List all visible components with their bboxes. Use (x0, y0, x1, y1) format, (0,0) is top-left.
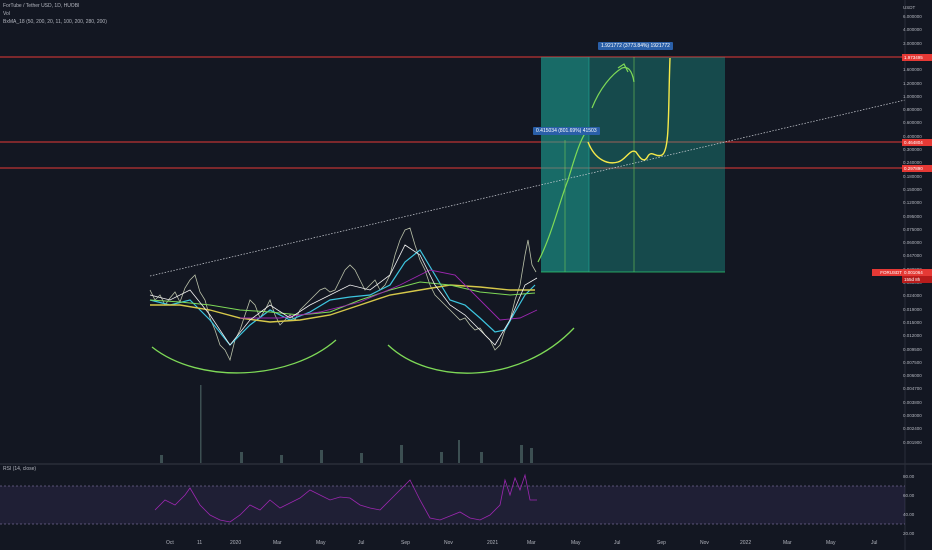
time-tick: Sep (401, 540, 410, 546)
current-price-label: 0.001064 (902, 269, 932, 276)
price-tick: 0.095000 (903, 213, 922, 219)
current-time-label: 155d 8h (902, 276, 932, 283)
drawn-arc-right (387, 327, 575, 374)
rsi-tick: 80.00 (903, 474, 915, 479)
time-tick: May (826, 540, 836, 546)
volume-bars (160, 385, 533, 463)
price-tick: 0.075000 (903, 226, 922, 232)
price-tick: 6.000000 (903, 14, 922, 19)
price-tick: 0.300000 (903, 147, 922, 152)
price-tick: 3.000000 (903, 40, 922, 46)
ma-legend[interactable]: BxMA_18 (50, 200, 20, 11, 100, 200, 280,… (3, 19, 107, 25)
time-tick: Mar (783, 540, 792, 546)
symbol-label: FORUSDT (872, 269, 904, 276)
time-tick: Sep (657, 540, 666, 546)
price-series (149, 227, 537, 362)
price-tick: 1.200000 (903, 80, 922, 86)
price-chart[interactable] (0, 0, 932, 550)
price-tick: 0.003800 (903, 399, 922, 405)
time-tick: Nov (700, 540, 709, 546)
price-tick: 1.600000 (903, 67, 922, 73)
time-tick: 2020 (230, 540, 242, 546)
price-tick: 0.001900 (903, 439, 922, 445)
price-tick: 0.006000 (903, 373, 922, 379)
price-tick: 0.800000 (903, 107, 922, 113)
time-tick: May (316, 540, 326, 546)
ma-yellow (150, 284, 535, 323)
measure-tag-big[interactable]: 1.921772 (3773.84%) 1921772 (598, 42, 673, 50)
chart-title[interactable]: ForTube / Tether USD, 1D, HUOBI (3, 3, 79, 9)
price-tick: 0.060000 (903, 240, 922, 246)
time-tick: Jul (871, 540, 878, 546)
level-label-top: 1.973495 (902, 54, 932, 61)
level-label-low: 0.297890 (902, 165, 932, 172)
time-tick: 2022 (740, 540, 752, 546)
volume-legend[interactable]: Vol (3, 11, 10, 17)
price-tick: 0.003000 (903, 413, 922, 418)
time-tick: Jul (614, 540, 621, 546)
time-tick: 2021 (487, 540, 499, 546)
price-tick: 4.000000 (903, 27, 922, 33)
price-tick: 0.004700 (903, 386, 922, 392)
price-tick: 0.024000 (903, 293, 922, 299)
price-tick: 0.047000 (903, 253, 922, 259)
rsi-band (0, 486, 905, 524)
time-tick: May (571, 540, 581, 546)
price-tick: 0.120000 (903, 200, 922, 206)
rsi-legend[interactable]: RSI (14, close) (3, 466, 36, 472)
time-tick: 11 (197, 540, 203, 546)
price-tick: 0.150000 (903, 186, 922, 192)
price-tick: 0.180000 (903, 173, 922, 179)
axis-currency[interactable]: USDT (900, 5, 932, 10)
drawn-arc-left (151, 339, 337, 374)
price-tick: 0.600000 (903, 120, 922, 126)
level-label-mid: 0.464804 (902, 139, 932, 146)
price-tick: 1.000000 (903, 93, 922, 99)
measure-tag-small[interactable]: 0.415034 (801.69%) 41503 (533, 127, 600, 135)
time-tick: Nov (444, 540, 453, 546)
rsi-tick: 20.00 (903, 531, 915, 536)
price-tick: 0.012000 (903, 333, 922, 339)
time-tick: Mar (527, 540, 536, 546)
rsi-tick: 60.00 (903, 493, 915, 498)
rsi-tick: 40.00 (903, 512, 915, 517)
price-tick: 0.015000 (903, 319, 922, 325)
price-tick: 0.009500 (903, 346, 922, 352)
time-tick: Mar (273, 540, 282, 546)
trendline[interactable] (149, 99, 906, 277)
price-tick: 0.019000 (903, 306, 922, 312)
price-tick: 0.002400 (903, 426, 922, 432)
time-tick: Oct (166, 540, 174, 546)
time-tick: Jul (358, 540, 365, 546)
price-tick: 0.007500 (903, 359, 922, 365)
ma-white (149, 244, 538, 346)
price-tick: 0.400000 (903, 133, 922, 139)
